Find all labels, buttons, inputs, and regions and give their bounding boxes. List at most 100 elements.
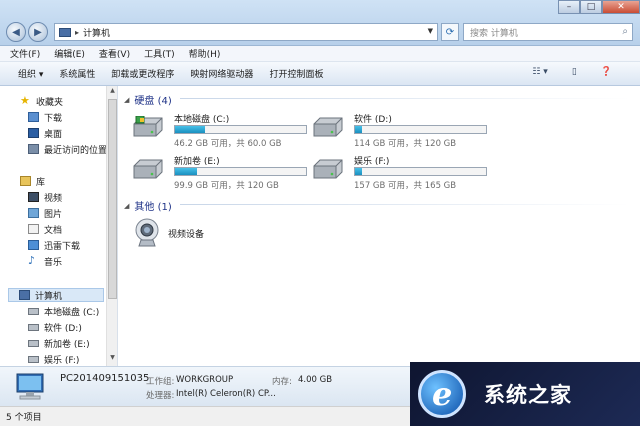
- video-device-label: 视频设备: [168, 229, 205, 240]
- drive-usage-fill: [355, 168, 362, 175]
- drive-item[interactable]: 软件 (D:) 114 GB 可用，共 120 GB: [312, 112, 492, 149]
- processor-value: Intel(R) Celeron(R) CP...: [176, 389, 276, 399]
- uninstall-program-button[interactable]: 卸载或更改程序: [111, 67, 174, 80]
- drive-icon: [28, 323, 39, 331]
- recent-places-icon: [28, 144, 39, 154]
- star-icon: ★: [20, 94, 30, 107]
- video-device-item[interactable]: 视频设备: [134, 218, 204, 248]
- drive-icon: [28, 307, 39, 315]
- sidebar-item-drive-e[interactable]: 新加卷 (E:): [28, 336, 90, 350]
- menu-help[interactable]: 帮助(H): [189, 47, 221, 60]
- sidebar-computer-label: 计算机: [35, 291, 63, 302]
- drive-name: 软件 (D:): [354, 115, 392, 125]
- close-icon: ✕: [617, 2, 625, 12]
- menu-tools[interactable]: 工具(T): [144, 47, 175, 60]
- video-icon: [28, 192, 39, 202]
- computer-icon: [19, 290, 30, 300]
- item-count: 5 个项目: [6, 413, 42, 423]
- sidebar-item-label: 视频: [44, 193, 63, 204]
- drive-free-space: 46.2 GB 可用，共 60.0 GB: [174, 139, 282, 149]
- back-button[interactable]: ◀: [6, 22, 26, 42]
- change-view-icon[interactable]: ☷ ▾: [532, 67, 547, 77]
- other-group-header[interactable]: ◢ 其他 (1): [124, 198, 630, 213]
- scrollbar-thumb[interactable]: [108, 99, 117, 299]
- drive-free-space: 157 GB 可用，共 165 GB: [354, 181, 457, 191]
- sidebar-item-label: 最近访问的位置: [44, 145, 108, 156]
- sidebar-item-drive-d[interactable]: 软件 (D:): [28, 320, 82, 334]
- sidebar-favorites[interactable]: ★ 收藏夹: [20, 94, 63, 108]
- computer-name: PC201409151035: [60, 373, 150, 384]
- sidebar-item-label: 图片: [44, 209, 63, 220]
- workgroup-value: WORKGROUP: [176, 375, 234, 385]
- close-button[interactable]: ✕: [602, 0, 640, 14]
- collapse-arrow-icon: ◢: [124, 201, 130, 210]
- sidebar-item-downloads[interactable]: 下载: [28, 110, 62, 124]
- drive-name: 本地磁盘 (C:): [174, 115, 230, 125]
- menu-edit[interactable]: 编辑(E): [54, 47, 85, 60]
- system-properties-button[interactable]: 系统属性: [59, 67, 95, 80]
- sidebar-item-label: 桌面: [44, 129, 63, 140]
- preview-pane-icon[interactable]: ▯: [572, 67, 577, 77]
- documents-icon: [28, 224, 39, 234]
- minimize-button[interactable]: –: [558, 0, 580, 14]
- desktop-icon: [28, 128, 39, 138]
- drive-icon: [28, 355, 39, 363]
- sidebar-item-documents[interactable]: 文档: [28, 222, 62, 236]
- music-icon: ♪: [28, 254, 36, 267]
- sidebar-item-desktop[interactable]: 桌面: [28, 126, 62, 140]
- map-network-drive-button[interactable]: 映射网络驱动器: [190, 67, 253, 80]
- drive-icon: [28, 339, 39, 347]
- address-path: 计算机: [83, 28, 111, 39]
- open-control-panel-button[interactable]: 打开控制面板: [269, 67, 323, 80]
- downloads-folder-icon: [28, 112, 39, 122]
- sidebar-item-drive-f[interactable]: 娱乐 (F:): [28, 352, 79, 366]
- sidebar-scrollbar[interactable]: ▲ ▼: [106, 86, 117, 366]
- processor-label: 处理器:: [146, 391, 175, 401]
- minimize-icon: –: [566, 2, 572, 12]
- sidebar-item-label: 迅雷下载: [44, 241, 81, 252]
- pictures-icon: [28, 208, 39, 218]
- sidebar-computer[interactable]: 计算机: [8, 288, 104, 302]
- watermark-logo: e 系统之家: [410, 362, 640, 426]
- sidebar-item-drive-c[interactable]: 本地磁盘 (C:): [28, 304, 99, 318]
- navigation-pane: ★ 收藏夹 下载 桌面 最近访问的位置 库 视频 图片 文档 迅雷下载 ♪ 音乐…: [0, 86, 118, 366]
- back-arrow-icon: ◀: [12, 26, 20, 38]
- help-icon[interactable]: ❓: [601, 67, 612, 77]
- address-bar[interactable]: ▸ 计算机 ▼: [54, 23, 438, 41]
- drive-usage-fill: [175, 168, 198, 175]
- organize-button[interactable]: 组织 ▾: [18, 67, 43, 80]
- sidebar-item-recent-places[interactable]: 最近访问的位置: [28, 142, 107, 156]
- hard-disks-group-header[interactable]: ◢ 硬盘 (4): [124, 92, 630, 107]
- drive-name: 新加卷 (E:): [174, 157, 220, 167]
- drive-item[interactable]: 新加卷 (E:) 99.9 GB 可用，共 120 GB: [132, 154, 312, 191]
- drive-icon: [133, 159, 163, 179]
- sidebar-item-label: 软件 (D:): [44, 323, 82, 334]
- scroll-down-icon[interactable]: ▼: [108, 354, 117, 365]
- sidebar-libraries[interactable]: 库: [20, 174, 45, 188]
- sidebar-item-pictures[interactable]: 图片: [28, 206, 62, 220]
- scroll-up-icon[interactable]: ▲: [108, 87, 117, 98]
- memory-value: 4.00 GB: [298, 375, 333, 385]
- drive-item[interactable]: 娱乐 (F:) 157 GB 可用，共 165 GB: [312, 154, 492, 191]
- watermark-e-logo-icon: e: [418, 370, 466, 418]
- search-input[interactable]: 搜索 计算机 ⌕: [463, 23, 633, 41]
- menu-view[interactable]: 查看(V): [99, 47, 130, 60]
- drive-usage-bar: [174, 167, 307, 176]
- address-dropdown-icon[interactable]: ▼: [428, 27, 433, 35]
- drive-item[interactable]: 本地磁盘 (C:) 46.2 GB 可用，共 60.0 GB: [132, 112, 312, 149]
- memory-label: 内存:: [272, 377, 292, 387]
- sidebar-item-music[interactable]: ♪ 音乐: [28, 254, 62, 268]
- drive-usage-bar: [174, 125, 307, 134]
- menu-file[interactable]: 文件(F): [10, 47, 40, 60]
- drive-usage-fill: [355, 126, 362, 133]
- sidebar-item-thunder-downloads[interactable]: 迅雷下载: [28, 238, 80, 252]
- drive-usage-bar: [354, 167, 487, 176]
- drive-icon: [313, 117, 343, 137]
- drive-free-space: 99.9 GB 可用，共 120 GB: [174, 181, 279, 191]
- sidebar-item-label: 本地磁盘 (C:): [44, 307, 100, 318]
- maximize-button[interactable]: □: [580, 0, 602, 14]
- refresh-button[interactable]: ⟳: [441, 23, 459, 41]
- window-controls: – □ ✕: [558, 0, 640, 14]
- forward-button[interactable]: ▶: [28, 22, 48, 42]
- sidebar-item-videos[interactable]: 视频: [28, 190, 62, 204]
